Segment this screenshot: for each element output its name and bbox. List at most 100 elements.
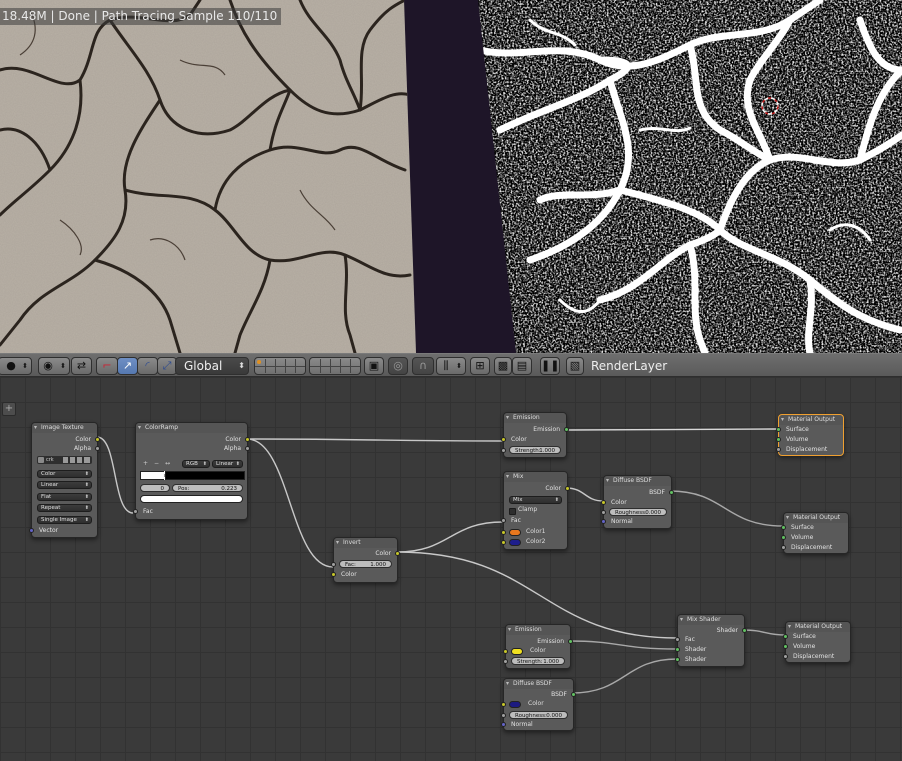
socket-color-in[interactable] (501, 702, 506, 707)
socket-surface-in[interactable] (776, 427, 781, 432)
pause-button[interactable]: ❚❚ (540, 357, 560, 375)
node-emission-bot[interactable]: Emission Emission Color Strength: 1.000 (503, 624, 573, 669)
socket-surface-in[interactable] (783, 634, 788, 639)
image-browse-icon[interactable] (38, 457, 44, 463)
socket-emission-out[interactable] (568, 639, 573, 644)
remove-stop-icon[interactable]: − (154, 460, 159, 467)
color-space-select[interactable]: Color (37, 470, 92, 478)
color-ramp-gradient[interactable] (140, 471, 245, 480)
socket-shader1-in[interactable] (675, 647, 680, 652)
image-browse-bar[interactable]: crk (37, 456, 92, 464)
projection-select[interactable]: Flat (37, 493, 92, 501)
color2-swatch[interactable] (509, 539, 521, 546)
socket-alpha-out[interactable] (95, 446, 100, 451)
socket-surface-in[interactable] (781, 525, 786, 530)
socket-roughness-in[interactable] (601, 510, 606, 515)
open-image-icon[interactable] (77, 457, 82, 463)
render-layer-browse[interactable]: ▧ (566, 357, 584, 375)
socket-alpha-out[interactable] (245, 446, 250, 451)
snap-toggle[interactable]: ∩ (412, 357, 434, 375)
node-invert[interactable]: Invert Color Fac: 1.000 Color (331, 537, 400, 583)
node-image-texture[interactable]: Image Texture Color Alpha crk Color Line… (29, 422, 100, 538)
socket-vector-in[interactable] (29, 528, 34, 533)
socket-volume-in[interactable] (781, 535, 786, 540)
render-layer-select[interactable]: RenderLayer (586, 357, 672, 375)
emission-color-swatch[interactable] (511, 648, 523, 655)
render-viewport[interactable]: 18.48M | Done | Path Tracing Sample 110/… (0, 0, 902, 353)
opengl-render-anim-button[interactable]: ▤ (512, 357, 532, 375)
move-manip-button[interactable]: ↗ (117, 357, 138, 375)
socket-color1-in[interactable] (501, 530, 506, 535)
socket-fac-in[interactable] (501, 518, 506, 523)
source-select[interactable]: Single Image (37, 516, 92, 524)
node-emission-top[interactable]: Emission Emission Color Strength: 1.000 (501, 412, 569, 458)
strength-field[interactable]: Strength: 1.000 (511, 657, 565, 665)
manipulator-toggle[interactable]: ⇄ (71, 357, 92, 375)
socket-emission-out[interactable] (564, 427, 569, 432)
color1-swatch[interactable] (509, 529, 521, 536)
stop-color-swatch[interactable] (140, 495, 243, 503)
socket-fac-in[interactable] (675, 637, 680, 642)
socket-normal-in[interactable] (501, 722, 506, 727)
socket-color-out[interactable] (395, 551, 400, 556)
fac-field[interactable]: Fac: 1.000 (339, 560, 392, 568)
socket-volume-in[interactable] (783, 644, 788, 649)
translate-manip-button[interactable]: ⌐ (96, 357, 118, 375)
blend-mode-select[interactable]: Mix (509, 496, 562, 504)
roughness-field[interactable]: Roughness: 0.000 (509, 711, 568, 719)
node-diffuse-bot[interactable]: Diffuse BSDF BSDF Color Roughness: 0.000… (501, 678, 576, 731)
color-mode-select[interactable]: RGB (182, 460, 210, 468)
add-stop-icon[interactable]: + (143, 460, 148, 467)
node-color-ramp[interactable]: ColorRamp Color Alpha + − ↔ RGB Linear 0… (133, 422, 250, 520)
socket-fac-in[interactable] (133, 509, 138, 514)
node-editor[interactable]: + Image Texture Color Alpha crk (0, 377, 902, 761)
socket-displacement-in[interactable] (776, 447, 781, 452)
socket-bsdf-out[interactable] (571, 692, 576, 697)
proportional-edit-button[interactable]: ◎ (388, 357, 408, 375)
socket-color-out[interactable] (95, 437, 100, 442)
socket-displacement-in[interactable] (781, 545, 786, 550)
viewport-shading-select[interactable]: ● ⬍ (0, 357, 32, 375)
layers-row-2[interactable] (309, 357, 361, 375)
node-material-output-top[interactable]: Material Output Surface Volume Displacem… (776, 414, 844, 456)
node-mix-shader[interactable]: Mix Shader Shader Fac Shader Shader (675, 614, 747, 667)
ramp-stop-marker[interactable] (163, 471, 166, 480)
snap-element-select[interactable]: ⫼ ⬍ (436, 357, 466, 375)
socket-color-out[interactable] (565, 486, 570, 491)
node-material-output-mid[interactable]: Material Output Surface Volume Displacem… (781, 512, 849, 554)
node-material-output-bot[interactable]: Material Output Surface Volume Displacem… (783, 621, 851, 663)
rotate-manip-button[interactable]: ◜ (137, 357, 158, 375)
socket-color2-in[interactable] (501, 540, 506, 545)
opengl-render-button[interactable]: ▩ (494, 357, 512, 375)
node-diffuse-mid[interactable]: Diffuse BSDF BSDF Color Roughness: 0.000… (601, 475, 674, 529)
node-mix[interactable]: Mix Color Mix Clamp Fac Color1 Color2 (501, 471, 570, 550)
clamp-checkbox[interactable] (509, 508, 516, 515)
socket-displacement-in[interactable] (783, 654, 788, 659)
socket-color-out[interactable] (245, 437, 250, 442)
unlink-icon[interactable] (84, 457, 90, 463)
extension-select[interactable]: Repeat (37, 504, 92, 512)
stop-pos-field[interactable]: Pos: 0.223 (172, 484, 243, 492)
flip-ramp-icon[interactable]: ↔ (165, 460, 170, 467)
new-image-icon[interactable] (70, 457, 75, 463)
stop-index-field[interactable]: 0 (140, 484, 170, 492)
snap-target-button[interactable]: ⊞ (470, 357, 490, 375)
socket-fac-in[interactable] (331, 562, 336, 567)
socket-volume-in[interactable] (776, 437, 781, 442)
pivot-point-select[interactable]: ◉ ⬍ (38, 357, 70, 375)
socket-color-in[interactable] (503, 649, 508, 654)
scale-manip-button[interactable]: ⤢ (157, 357, 177, 375)
interpolation-select[interactable]: Linear (212, 460, 243, 468)
diffuse-color-swatch[interactable] (509, 701, 521, 708)
transform-orientation-select[interactable]: Global ⬍ (175, 357, 249, 375)
fake-user-icon[interactable] (63, 457, 68, 463)
strength-field[interactable]: Strength: 1.000 (509, 446, 561, 454)
socket-shader-out[interactable] (742, 628, 747, 633)
socket-strength-in[interactable] (501, 448, 506, 453)
socket-bsdf-out[interactable] (669, 490, 674, 495)
roughness-field[interactable]: Roughness: 0.000 (609, 508, 667, 516)
socket-color-in[interactable] (601, 500, 606, 505)
socket-shader2-in[interactable] (675, 657, 680, 662)
socket-color-in[interactable] (331, 572, 336, 577)
socket-strength-in[interactable] (503, 659, 508, 664)
